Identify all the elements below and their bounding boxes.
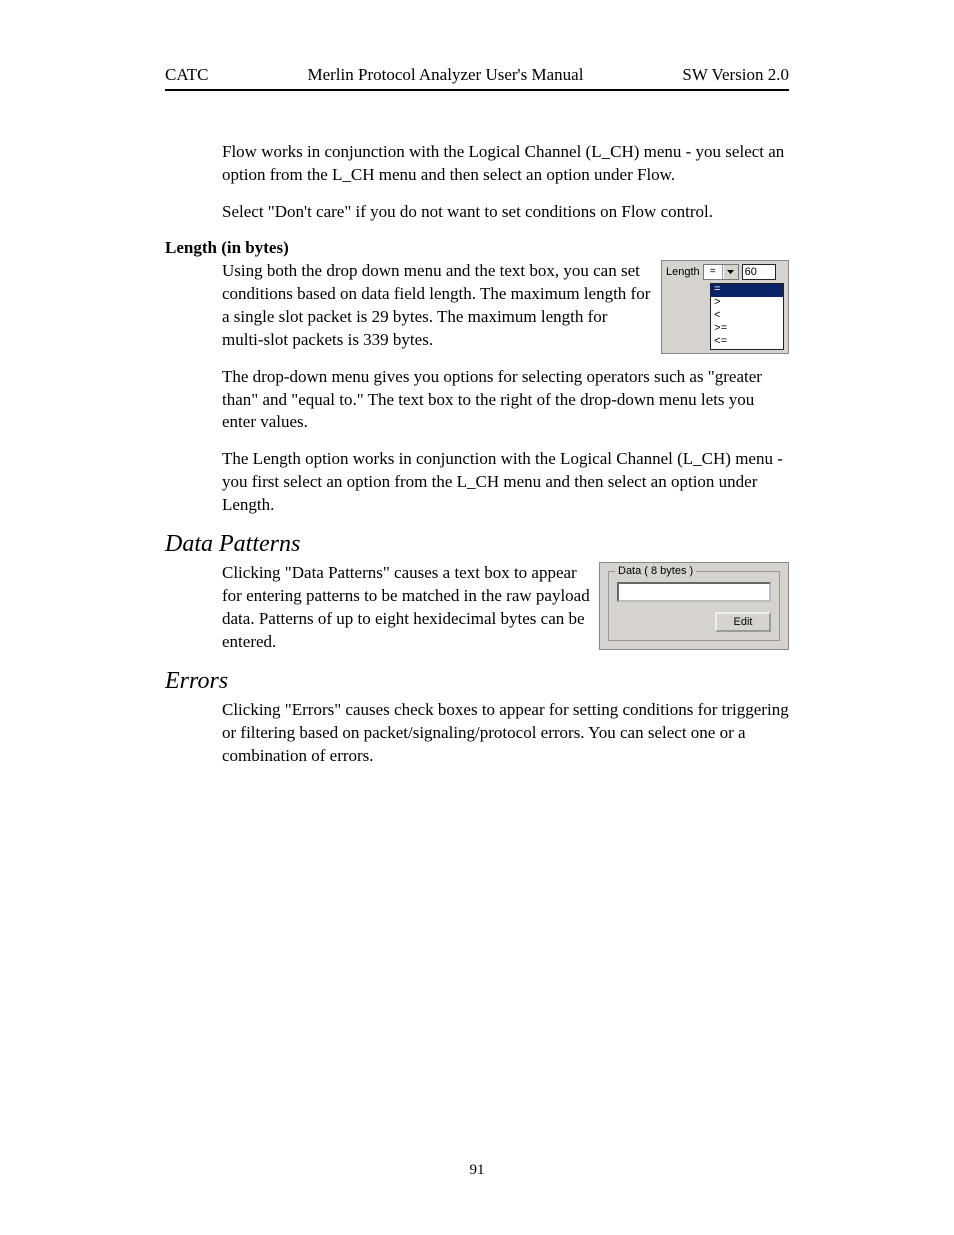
length-control-panel: Length = = > < >= <= [661, 260, 789, 354]
data-pattern-input[interactable] [617, 582, 771, 602]
length-operator-combo[interactable]: = [703, 264, 739, 280]
page-number: 91 [165, 1162, 789, 1179]
edit-button[interactable]: Edit [715, 612, 771, 632]
length-label: Length [666, 266, 700, 278]
length-operator-selected: = [704, 265, 723, 279]
length-heading: Length (in bytes) [165, 238, 789, 258]
length-operator-list[interactable]: = > < >= <= [710, 283, 784, 350]
intro-paragraph-1: Flow works in conjunction with the Logic… [222, 141, 789, 187]
page-header: CATC Merlin Protocol Analyzer User's Man… [165, 65, 789, 89]
data-patterns-panel: Data ( 8 bytes ) Edit [599, 562, 789, 650]
data-patterns-heading: Data Patterns [165, 531, 789, 558]
header-rule [165, 89, 789, 91]
length-operator-option-lt[interactable]: < [711, 310, 783, 323]
length-paragraph-2: The drop-down menu gives you options for… [222, 366, 789, 435]
length-value-input[interactable] [742, 264, 776, 280]
header-center: Merlin Protocol Analyzer User's Manual [307, 65, 583, 85]
errors-paragraph-1: Clicking "Errors" causes check boxes to … [222, 699, 789, 768]
length-operator-option-lte[interactable]: <= [711, 336, 783, 349]
errors-heading: Errors [165, 668, 789, 695]
header-left: CATC [165, 65, 208, 85]
header-right: SW Version 2.0 [682, 65, 789, 85]
intro-paragraph-2: Select "Don't care" if you do not want t… [222, 201, 789, 224]
length-paragraph-3: The Length option works in conjunction w… [222, 448, 789, 517]
length-operator-option-gt[interactable]: > [711, 297, 783, 310]
data-group-label: Data ( 8 bytes ) [615, 565, 696, 577]
dropdown-arrow-icon[interactable] [723, 265, 738, 279]
length-operator-option-eq[interactable]: = [711, 284, 783, 297]
length-operator-option-gte[interactable]: >= [711, 323, 783, 336]
